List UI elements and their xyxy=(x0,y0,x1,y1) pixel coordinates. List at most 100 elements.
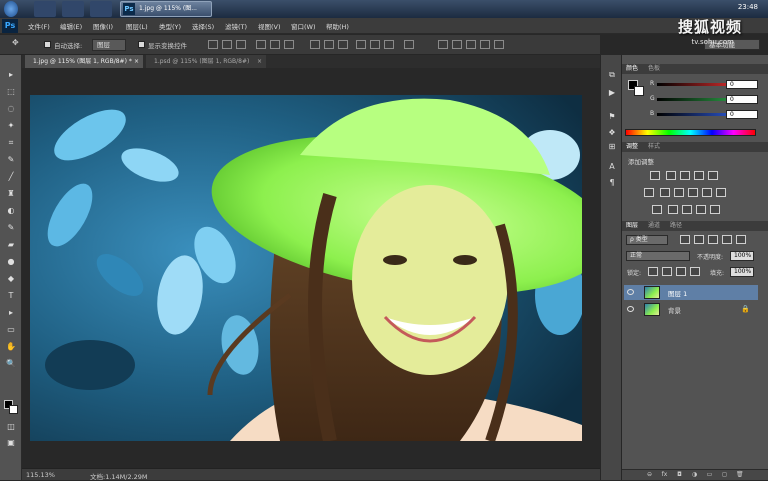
hue-saturation-icon[interactable] xyxy=(644,188,654,197)
start-button[interactable] xyxy=(4,1,18,17)
screen-mode-icon[interactable]: ▣ xyxy=(5,438,17,448)
new-layer-icon[interactable]: ◻ xyxy=(721,471,728,478)
taskbar-ie-icon[interactable] xyxy=(34,1,56,17)
menu-view[interactable]: 视图(V) xyxy=(258,21,281,31)
auto-select-checkbox[interactable] xyxy=(44,41,51,48)
new-adjustment-icon[interactable]: ◑ xyxy=(691,471,698,478)
healing-tool-icon[interactable]: ╱ xyxy=(5,172,17,182)
3d-pan-icon[interactable] xyxy=(466,40,476,49)
filter-smart-icon[interactable] xyxy=(736,235,746,244)
brush-preset-icon[interactable]: ⚑ xyxy=(606,111,618,122)
tab-swatches[interactable]: 色板 xyxy=(648,64,660,74)
distribute-vcenter-icon[interactable] xyxy=(324,40,334,49)
quick-select-tool-icon[interactable]: ✦ xyxy=(5,121,17,131)
color-lookup-icon[interactable] xyxy=(716,188,726,197)
layer-row[interactable]: 背景 🔒 xyxy=(624,302,758,317)
blend-mode-dropdown[interactable]: 正常 xyxy=(626,251,690,261)
3d-roll-icon[interactable] xyxy=(452,40,462,49)
menu-select[interactable]: 选择(S) xyxy=(192,21,214,31)
threshold-icon[interactable] xyxy=(682,205,692,214)
taskbar-media-icon[interactable] xyxy=(90,1,112,17)
invert-icon[interactable] xyxy=(652,205,662,214)
move-tool-icon[interactable]: ✥ xyxy=(12,38,19,47)
align-bottom-icon[interactable] xyxy=(236,40,246,49)
delete-layer-icon[interactable]: 🗑 xyxy=(736,471,744,478)
color-balance-icon[interactable] xyxy=(660,188,670,197)
lock-transparent-icon[interactable] xyxy=(648,267,658,276)
distribute-hcenter-icon[interactable] xyxy=(370,40,380,49)
menu-help[interactable]: 帮助(H) xyxy=(326,21,349,31)
filter-type-icon[interactable] xyxy=(708,235,718,244)
align-top-icon[interactable] xyxy=(208,40,218,49)
filter-shape-icon[interactable] xyxy=(722,235,732,244)
menu-type[interactable]: 类型(Y) xyxy=(159,21,181,31)
3d-scale-icon[interactable] xyxy=(494,40,504,49)
tab-styles[interactable]: 样式 xyxy=(648,142,660,152)
show-transform-checkbox[interactable] xyxy=(138,41,145,48)
distribute-bottom-icon[interactable] xyxy=(338,40,348,49)
move-tool-icon[interactable]: ▸ xyxy=(5,70,17,80)
lock-all-icon[interactable] xyxy=(690,267,700,276)
stamp-tool-icon[interactable]: ◐ xyxy=(5,206,17,216)
tab-adjustments[interactable]: 调整 xyxy=(626,142,638,152)
character-icon[interactable]: A xyxy=(606,161,618,172)
channel-value-field[interactable]: 0 xyxy=(726,80,758,89)
selective-color-icon[interactable] xyxy=(710,205,720,214)
type-tool-icon[interactable]: ▭ xyxy=(5,325,17,335)
curves-icon[interactable] xyxy=(680,171,690,180)
align-left-icon[interactable] xyxy=(256,40,266,49)
tab-color[interactable]: 颜色 xyxy=(626,64,638,74)
opacity-field[interactable]: 100% xyxy=(730,251,754,261)
menu-layer[interactable]: 图层(L) xyxy=(126,21,148,31)
properties-icon[interactable]: ⊞ xyxy=(606,141,618,152)
brightness-contrast-icon[interactable] xyxy=(650,171,660,180)
toolbar-background-swatch[interactable] xyxy=(9,405,18,414)
menu-file[interactable]: 文件(F) xyxy=(28,21,50,31)
dodge-tool-icon[interactable]: T xyxy=(5,291,17,301)
tab-channels[interactable]: 通道 xyxy=(648,221,660,231)
auto-align-icon[interactable] xyxy=(404,40,414,49)
background-color-swatch[interactable] xyxy=(634,86,644,96)
color-spectrum-bar[interactable] xyxy=(625,129,756,136)
taskbar-photoshop-button[interactable]: Ps 1.jpg @ 115% (图... xyxy=(120,1,212,17)
close-icon[interactable]: × xyxy=(134,55,139,68)
marquee-tool-icon[interactable]: ⬚ xyxy=(5,87,17,97)
menu-image[interactable]: 图像(I) xyxy=(93,21,113,31)
fill-field[interactable]: 100% xyxy=(730,267,754,277)
fx-icon[interactable]: fx xyxy=(661,471,668,478)
tab-layers[interactable]: 图层 xyxy=(626,221,638,231)
lock-pixels-icon[interactable] xyxy=(662,267,672,276)
tab-document-1jpg[interactable]: 1.jpg @ 115% (图层 1, RGB/8#) * × xyxy=(25,55,143,68)
eyedropper-tool-icon[interactable]: ✎ xyxy=(5,155,17,165)
gradient-tool-icon[interactable]: ● xyxy=(5,257,17,267)
lasso-tool-icon[interactable]: ◌ xyxy=(5,104,17,114)
visibility-eye-icon[interactable] xyxy=(627,289,634,295)
tab-paths[interactable]: 路径 xyxy=(670,221,682,231)
photo-filter-icon[interactable] xyxy=(688,188,698,197)
quick-mask-icon[interactable]: ◫ xyxy=(5,422,17,432)
shape-tool-icon[interactable]: 🔍 xyxy=(5,359,17,369)
path-select-tool-icon[interactable]: ✋ xyxy=(5,342,17,352)
gradient-map-icon[interactable] xyxy=(696,205,706,214)
taskbar-folder-icon[interactable] xyxy=(62,1,84,17)
pen-tool-icon[interactable]: ▸ xyxy=(5,308,17,318)
menu-window[interactable]: 窗口(W) xyxy=(291,21,316,31)
filter-pixel-icon[interactable] xyxy=(680,235,690,244)
channel-value-field[interactable]: 0 xyxy=(726,95,758,104)
3d-slide-icon[interactable] xyxy=(480,40,490,49)
menu-edit[interactable]: 编辑(E) xyxy=(60,21,82,31)
history-brush-tool-icon[interactable]: ✎ xyxy=(5,223,17,233)
channel-value-field[interactable]: 0 xyxy=(726,110,758,119)
exposure-icon[interactable] xyxy=(694,171,704,180)
history-icon[interactable]: ⧉ xyxy=(606,69,618,80)
auto-select-dropdown[interactable]: 图层 xyxy=(92,39,126,51)
paragraph-icon[interactable]: ¶ xyxy=(606,177,618,188)
blur-tool-icon[interactable]: ◆ xyxy=(5,274,17,284)
3d-rotate-icon[interactable] xyxy=(438,40,448,49)
new-group-icon[interactable]: ▭ xyxy=(706,471,713,478)
distribute-left-icon[interactable] xyxy=(356,40,366,49)
brush-tool-icon[interactable]: ♜ xyxy=(5,189,17,199)
lock-position-icon[interactable] xyxy=(676,267,686,276)
align-right-icon[interactable] xyxy=(284,40,294,49)
layer-row[interactable]: 图层 1 xyxy=(624,285,758,300)
